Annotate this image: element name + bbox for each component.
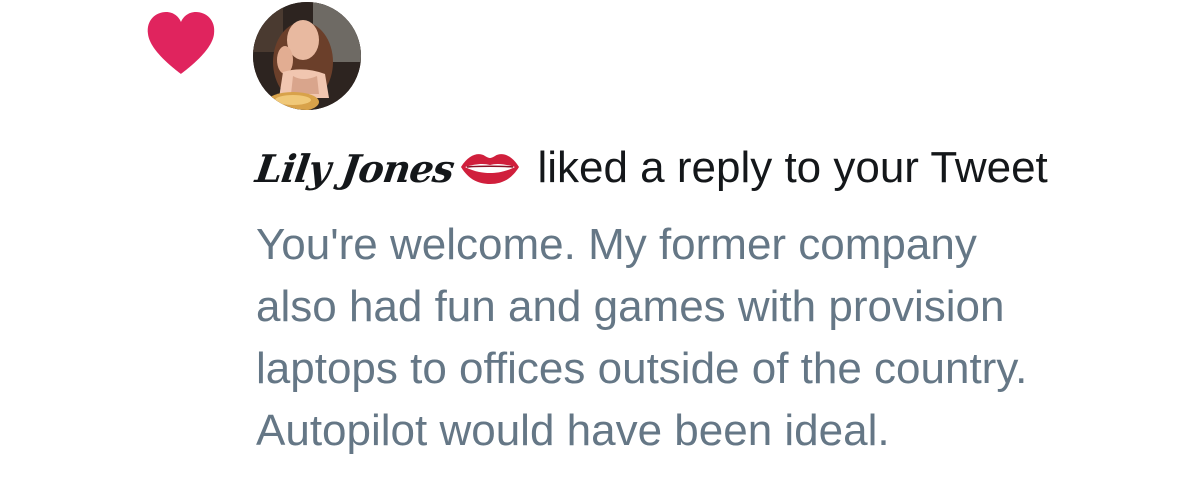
lips-icon (459, 150, 521, 186)
notification-action: liked a reply to your Tweet (537, 143, 1048, 192)
avatar[interactable] (253, 2, 361, 110)
tweet-line: laptops to offices outside of the countr… (256, 344, 1028, 393)
tweet-line: You're welcome. My former company (256, 220, 977, 269)
tweet-text[interactable]: You're welcome. My former company also h… (256, 214, 1186, 462)
like-notification[interactable]: Lily Jones liked a reply to your Tweet Y… (0, 0, 1200, 497)
heart-icon (146, 12, 216, 76)
tweet-line: Autopilot would have been ideal. (256, 406, 890, 455)
tweet-line: also had fun and games with provision (256, 282, 1005, 331)
notification-headline: Lily Jones liked a reply to your Tweet (253, 138, 1048, 198)
user-name[interactable]: Lily Jones (253, 146, 457, 191)
